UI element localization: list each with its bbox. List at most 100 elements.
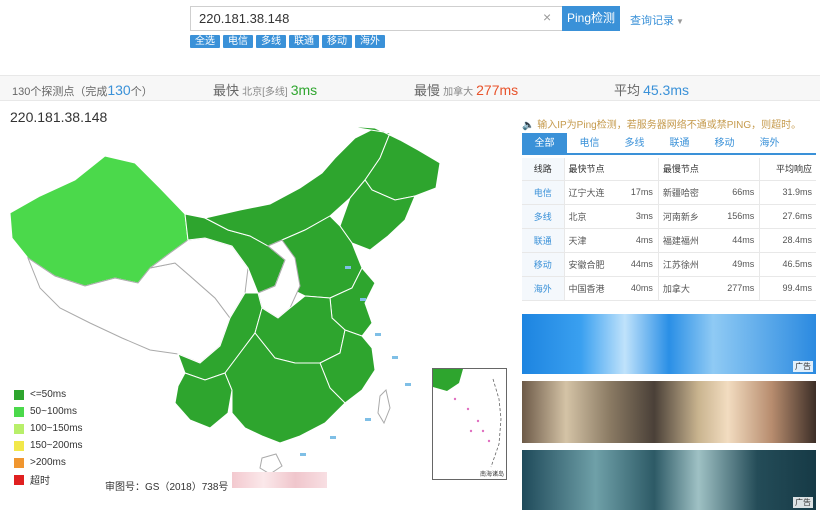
row-line[interactable]: 海外 xyxy=(522,276,565,301)
probe-count-suffix: 个） xyxy=(130,86,153,98)
row-slowest-ms: 66ms xyxy=(714,180,760,205)
row-average: 46.5ms xyxy=(759,252,816,277)
row-slowest-node: 新疆哈密 xyxy=(657,180,715,205)
blurred-banner xyxy=(232,472,327,488)
top-search-area: × Ping检测 查询记录▼ 全选 电信 多线 联通 移动 海外 xyxy=(0,0,820,75)
map-approval-number: 审图号：GS（2018）738号 xyxy=(105,482,229,493)
row-slowest-ms: 49ms xyxy=(714,252,760,277)
row-line[interactable]: 联通 xyxy=(522,228,565,253)
legend-label: >200ms xyxy=(30,457,66,468)
row-average: 31.9ms xyxy=(759,180,816,205)
row-line[interactable]: 电信 xyxy=(522,180,565,205)
slowest-stat: 最慢 加拿大 277ms xyxy=(414,80,518,99)
row-slowest-ms: 156ms xyxy=(714,204,760,229)
fastest-value: 3ms xyxy=(290,82,318,98)
legend-swatch xyxy=(14,440,24,451)
tab-telecom[interactable]: 电信 xyxy=(567,133,612,153)
legend-label: 50~100ms xyxy=(30,406,77,417)
ad-banner-2[interactable] xyxy=(522,381,816,443)
inset-map xyxy=(433,369,502,468)
chip-telecom[interactable]: 电信 xyxy=(223,35,253,48)
query-history-link[interactable]: 查询记录 ▼ xyxy=(630,12,684,28)
inset-caption: 南海诸岛 xyxy=(479,472,504,478)
row-fastest-node: 中国香港 xyxy=(564,276,621,301)
legend-row: 50~100ms xyxy=(14,403,83,420)
table-row: 多线 北京 3ms 河南新乡 156ms 27.6ms xyxy=(522,204,816,229)
ad-label: 广告 xyxy=(793,361,813,372)
region-hainan[interactable] xyxy=(259,453,283,475)
legend-label: <=50ms xyxy=(30,389,67,400)
clear-icon[interactable]: × xyxy=(543,9,551,25)
ping-tip-text: 输入IP为Ping检测，若服务器网络不通或禁PING，则超时。 xyxy=(537,120,802,131)
line-tabs: 全部 电信 多线 联通 移动 海外 xyxy=(522,133,816,155)
ping-detect-button[interactable]: Ping检测 xyxy=(562,6,620,31)
table-row: 移动 安徽合肥 44ms 江苏徐州 49ms 46.5ms xyxy=(522,252,816,277)
row-slowest-node: 福建福州 xyxy=(657,228,715,253)
tab-multiline[interactable]: 多线 xyxy=(612,133,657,153)
chevron-down-icon: ▼ xyxy=(676,17,684,26)
tab-all[interactable]: 全部 xyxy=(522,133,567,153)
tab-mobile[interactable]: 移动 xyxy=(702,133,747,153)
line-filter-chips: 全选 电信 多线 联通 移动 海外 xyxy=(190,35,385,48)
legend-row: 超时 xyxy=(14,471,83,488)
row-line[interactable]: 移动 xyxy=(522,252,565,277)
average-label: 平均 xyxy=(614,83,641,98)
ip-search-input[interactable] xyxy=(190,6,562,31)
tab-unicom[interactable]: 联通 xyxy=(657,133,702,153)
inset-boundary xyxy=(490,378,502,468)
legend-label: 超时 xyxy=(30,476,50,487)
legend-swatch xyxy=(14,389,24,400)
legend-swatch xyxy=(14,406,24,417)
row-fastest-ms: 17ms xyxy=(620,180,659,205)
row-fastest-ms: 4ms xyxy=(620,228,659,253)
ad-banner-3[interactable]: 广告 xyxy=(522,450,816,510)
legend-swatch xyxy=(14,457,24,468)
row-slowest-ms: 277ms xyxy=(714,276,760,301)
row-fastest-ms: 3ms xyxy=(620,204,659,229)
ad-label: 广告 xyxy=(793,497,813,508)
fastest-label: 最快 xyxy=(213,83,240,98)
average-value: 45.3ms xyxy=(643,82,689,98)
chip-overseas[interactable]: 海外 xyxy=(355,35,385,48)
row-fastest-ms: 40ms xyxy=(620,276,659,301)
table-row: 联通 天津 4ms 福建福州 44ms 28.4ms xyxy=(522,228,816,253)
region-taiwan[interactable] xyxy=(377,389,391,425)
ping-tip: 🔈 输入IP为Ping检测，若服务器网络不通或禁PING，则超时。 xyxy=(522,120,802,131)
chip-select-all[interactable]: 全选 xyxy=(190,35,220,48)
col-line: 线路 xyxy=(522,158,565,181)
fastest-stat: 最快 北京[多线] 3ms xyxy=(213,80,317,99)
probe-count-prefix: 130个探测点（完成 xyxy=(12,86,108,98)
fastest-node: 北京[多线] xyxy=(242,87,288,98)
col-slowest: 最慢节点 xyxy=(657,158,760,181)
row-slowest-node: 加拿大 xyxy=(657,276,715,301)
slowest-label: 最慢 xyxy=(414,83,441,98)
inset-islands xyxy=(453,397,491,443)
slowest-value: 277ms xyxy=(476,82,519,98)
row-average: 27.6ms xyxy=(759,204,816,229)
inset-coast xyxy=(433,369,463,391)
average-stat: 平均 45.3ms xyxy=(614,80,689,99)
row-slowest-node: 河南新乡 xyxy=(657,204,715,229)
chip-mobile[interactable]: 移动 xyxy=(322,35,352,48)
chip-unicom[interactable]: 联通 xyxy=(289,35,319,48)
legend-row: 150~200ms xyxy=(14,437,83,454)
table-row: 海外 中国香港 40ms 加拿大 277ms 99.4ms xyxy=(522,276,816,301)
row-slowest-ms: 44ms xyxy=(714,228,760,253)
row-fastest-node: 辽宁大连 xyxy=(564,180,621,205)
legend-swatch xyxy=(14,474,24,485)
latency-legend: <=50ms 50~100ms 100~150ms 150~200ms >200… xyxy=(14,386,83,488)
row-fastest-node: 安徽合肥 xyxy=(564,252,621,277)
row-line[interactable]: 多线 xyxy=(522,204,565,229)
ad-banner-1[interactable]: 广告 xyxy=(522,314,816,374)
row-fastest-node: 北京 xyxy=(564,204,621,229)
chip-multiline[interactable]: 多线 xyxy=(256,35,286,48)
slowest-node: 加拿大 xyxy=(443,87,474,98)
legend-row: <=50ms xyxy=(14,386,83,403)
south-china-sea-inset: 南海诸岛 xyxy=(432,368,507,480)
query-history-label: 查询记录 xyxy=(630,15,674,27)
legend-swatch xyxy=(14,423,24,434)
row-fastest-node: 天津 xyxy=(564,228,621,253)
tab-overseas[interactable]: 海外 xyxy=(747,133,792,153)
row-average: 99.4ms xyxy=(759,276,816,301)
region-yunnan[interactable] xyxy=(174,372,233,429)
